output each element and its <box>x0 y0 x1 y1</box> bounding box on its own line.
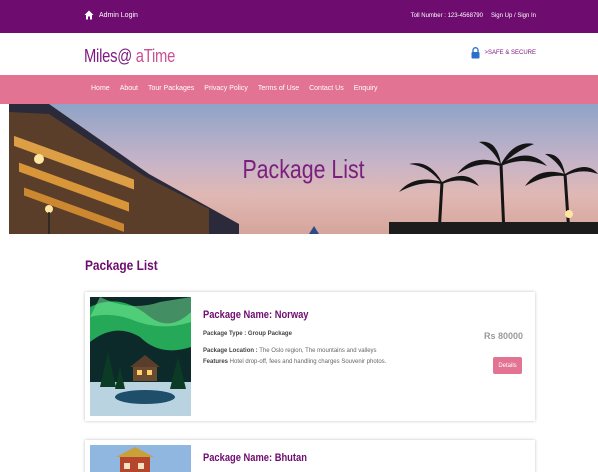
lock-icon <box>471 47 480 59</box>
toll-number: Toll Number : 123-4568790 <box>410 13 483 19</box>
package-type: Package Type : Group Package <box>203 331 292 337</box>
nav-home[interactable]: Home <box>91 85 110 92</box>
package-name[interactable]: Package Name: Bhutan <box>203 452 307 464</box>
home-icon <box>84 10 94 20</box>
package-name[interactable]: Package Name: Norway <box>203 309 309 321</box>
admin-login-link[interactable]: Admin Login <box>84 10 138 20</box>
main-nav: Home About Tour Packages Privacy Policy … <box>0 75 598 104</box>
hero-title: Package List <box>242 154 365 184</box>
safe-secure-label: >SAFE & SECURE <box>484 50 536 56</box>
nav-about[interactable]: About <box>120 85 138 92</box>
header: Miles@ aTime >SAFE & SECURE <box>0 33 598 75</box>
nav-enquiry[interactable]: Enquiry <box>354 85 378 92</box>
top-bar: Admin Login Toll Number : 123-4568790 Si… <box>0 0 598 33</box>
package-card: Package Name: Bhutan <box>85 440 535 472</box>
logo-main: Miles@ <box>84 46 132 66</box>
admin-login-label: Admin Login <box>99 11 138 19</box>
section-title: Package List <box>85 257 158 273</box>
package-image-bhutan <box>90 445 191 472</box>
nav-tour-packages[interactable]: Tour Packages <box>148 85 194 92</box>
package-card: Package Name: Norway Package Type : Grou… <box>85 292 535 421</box>
package-image-norway <box>90 297 191 416</box>
site-logo[interactable]: Miles@ aTime <box>84 46 175 67</box>
hero-banner: Package List <box>9 104 598 234</box>
package-price: Rs 80000 <box>483 331 523 341</box>
nav-terms-of-use[interactable]: Terms of Use <box>258 85 299 92</box>
details-button[interactable]: Details <box>493 357 522 374</box>
package-location: Package Location : The Oslo region, The … <box>203 348 377 354</box>
nav-contact-us[interactable]: Contact Us <box>309 85 344 92</box>
safe-secure-badge: >SAFE & SECURE <box>471 47 536 59</box>
logo-accent: aTime <box>131 46 176 66</box>
nav-privacy-policy[interactable]: Privacy Policy <box>204 85 248 92</box>
package-features: Features Hotel drop-off, fees and handli… <box>203 359 387 365</box>
signup-signin-link[interactable]: Sign Up / Sign In <box>491 13 536 19</box>
